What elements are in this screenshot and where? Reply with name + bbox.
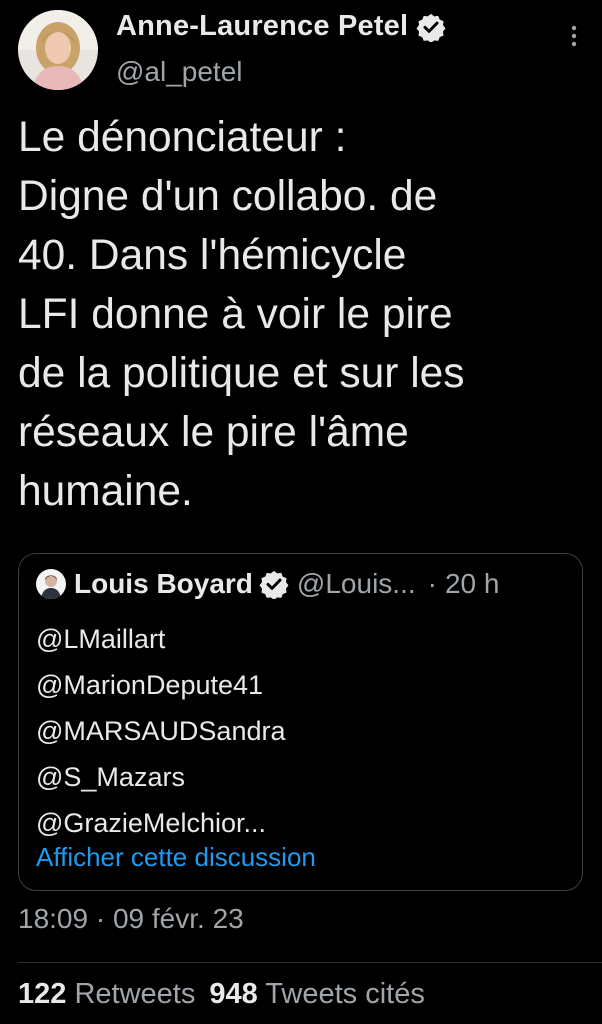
- quoted-tweet-header: Louis Boyard @Louis... · 20 h: [36, 568, 499, 600]
- mention-link: @GrazieMelchior...: [36, 808, 266, 838]
- quoted-tweet[interactable]: Louis Boyard @Louis... · 20 h @LMaillart…: [18, 553, 583, 891]
- quote-tweets-label: Tweets cités: [265, 978, 425, 1010]
- show-thread-link[interactable]: Afficher cette discussion: [36, 842, 316, 873]
- avatar-photo-icon: [18, 10, 98, 90]
- divider: [18, 962, 602, 963]
- author-handle[interactable]: @al_petel: [116, 56, 243, 88]
- mention-link: @S_Mazars: [36, 762, 185, 792]
- quote-tweets-count: 948: [209, 978, 258, 1010]
- tweet-text: Le dénonciateur : Digne d'un collabo. de…: [18, 114, 465, 515]
- tweet-timestamp[interactable]: 18:09 · 09 févr. 23: [18, 903, 244, 935]
- quoted-author-avatar: [36, 569, 66, 599]
- separator-dot: ·: [427, 568, 437, 599]
- retweets-stat[interactable]: 122 Retweets: [18, 978, 195, 1010]
- author-avatar[interactable]: [18, 10, 98, 90]
- verified-badge-icon: [416, 12, 446, 42]
- more-vertical-icon: [571, 25, 577, 47]
- quoted-author-handle: @Louis...: [296, 568, 416, 599]
- mention-link: @MarionDepute41: [36, 670, 264, 700]
- retweets-count: 122: [18, 978, 67, 1010]
- author-name[interactable]: Anne-Laurence Petel: [116, 10, 408, 43]
- retweets-label: Retweets: [74, 978, 196, 1010]
- avatar-photo-icon: [36, 569, 66, 599]
- quoted-tweet-body: @LMaillart @MarionDepute41 @MARSAUDSandr…: [36, 616, 286, 846]
- quoted-author-name: Louis Boyard: [74, 568, 253, 599]
- verified-badge-icon: [259, 569, 289, 600]
- more-options-button[interactable]: [562, 22, 586, 50]
- mention-link: @MARSAUDSandra: [36, 716, 286, 746]
- mention-link: @LMaillart: [36, 624, 166, 654]
- quote-tweets-stat[interactable]: 948 Tweets cités: [209, 978, 425, 1010]
- tweet: Anne-Laurence Petel @al_petel Le dénonci…: [0, 0, 602, 1024]
- quoted-tweet-time: 20 h: [444, 568, 500, 599]
- author-name-row: Anne-Laurence Petel: [116, 10, 446, 43]
- tweet-stats: 122 Retweets 948 Tweets cités: [18, 978, 439, 1011]
